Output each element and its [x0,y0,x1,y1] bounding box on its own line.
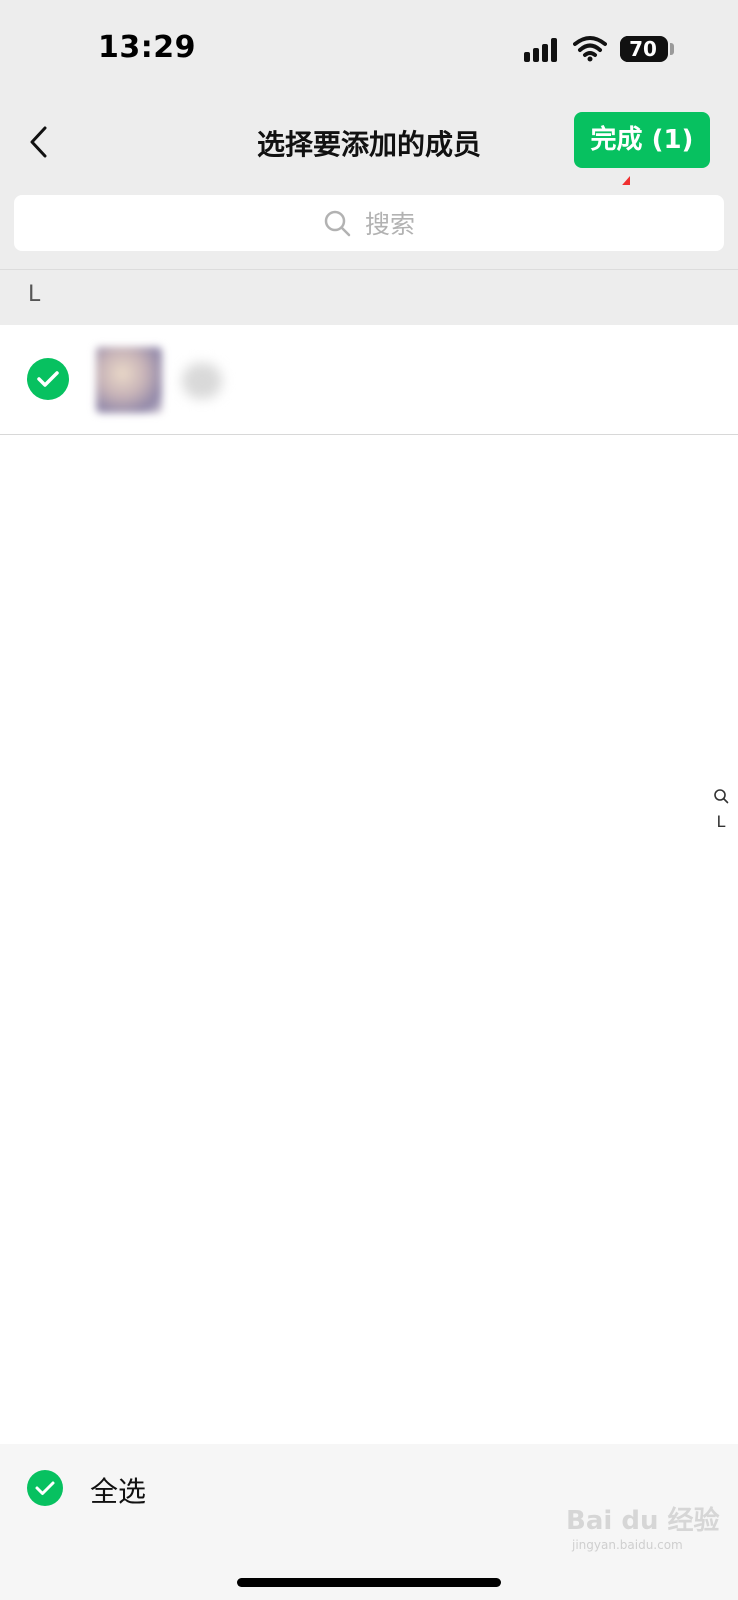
search-area: 搜索 [0,185,738,269]
search-placeholder: 搜索 [364,210,415,239]
watermark-logo: Bai du 经验 [566,1506,720,1536]
battery-icon: 70 [620,36,668,62]
cellular-signal-icon [524,38,564,62]
bottom-bar: 全选 Bai du 经验 jingyan.baidu.com [0,1444,738,1600]
battery-cap [670,43,674,55]
home-indicator[interactable] [237,1578,501,1587]
search-input[interactable]: 搜索 [14,195,724,251]
select-all-label[interactable]: 全选 [90,1470,146,1510]
battery-level: 70 [629,37,657,61]
wifi-icon [573,34,607,62]
index-bar[interactable]: L [708,788,734,831]
select-all-checkbox[interactable] [27,1470,63,1506]
member-row[interactable] [0,325,738,435]
member-name-blurred [182,363,222,399]
avatar [96,347,162,413]
status-bar: 13:29 70 [0,0,738,95]
index-letter[interactable]: L [708,812,734,831]
checkmark-selected-icon[interactable] [27,358,69,400]
section-header: L [0,269,738,326]
checkmark-icon [35,1481,55,1495]
section-letter: L [28,282,41,307]
watermark-url: jingyan.baidu.com [572,1538,683,1552]
search-icon [324,210,351,237]
done-button[interactable]: 完成 (1) [574,112,710,168]
status-time: 13:29 [98,30,196,65]
index-search-icon[interactable] [713,788,729,804]
search-placeholder-container: 搜索 [14,195,724,251]
